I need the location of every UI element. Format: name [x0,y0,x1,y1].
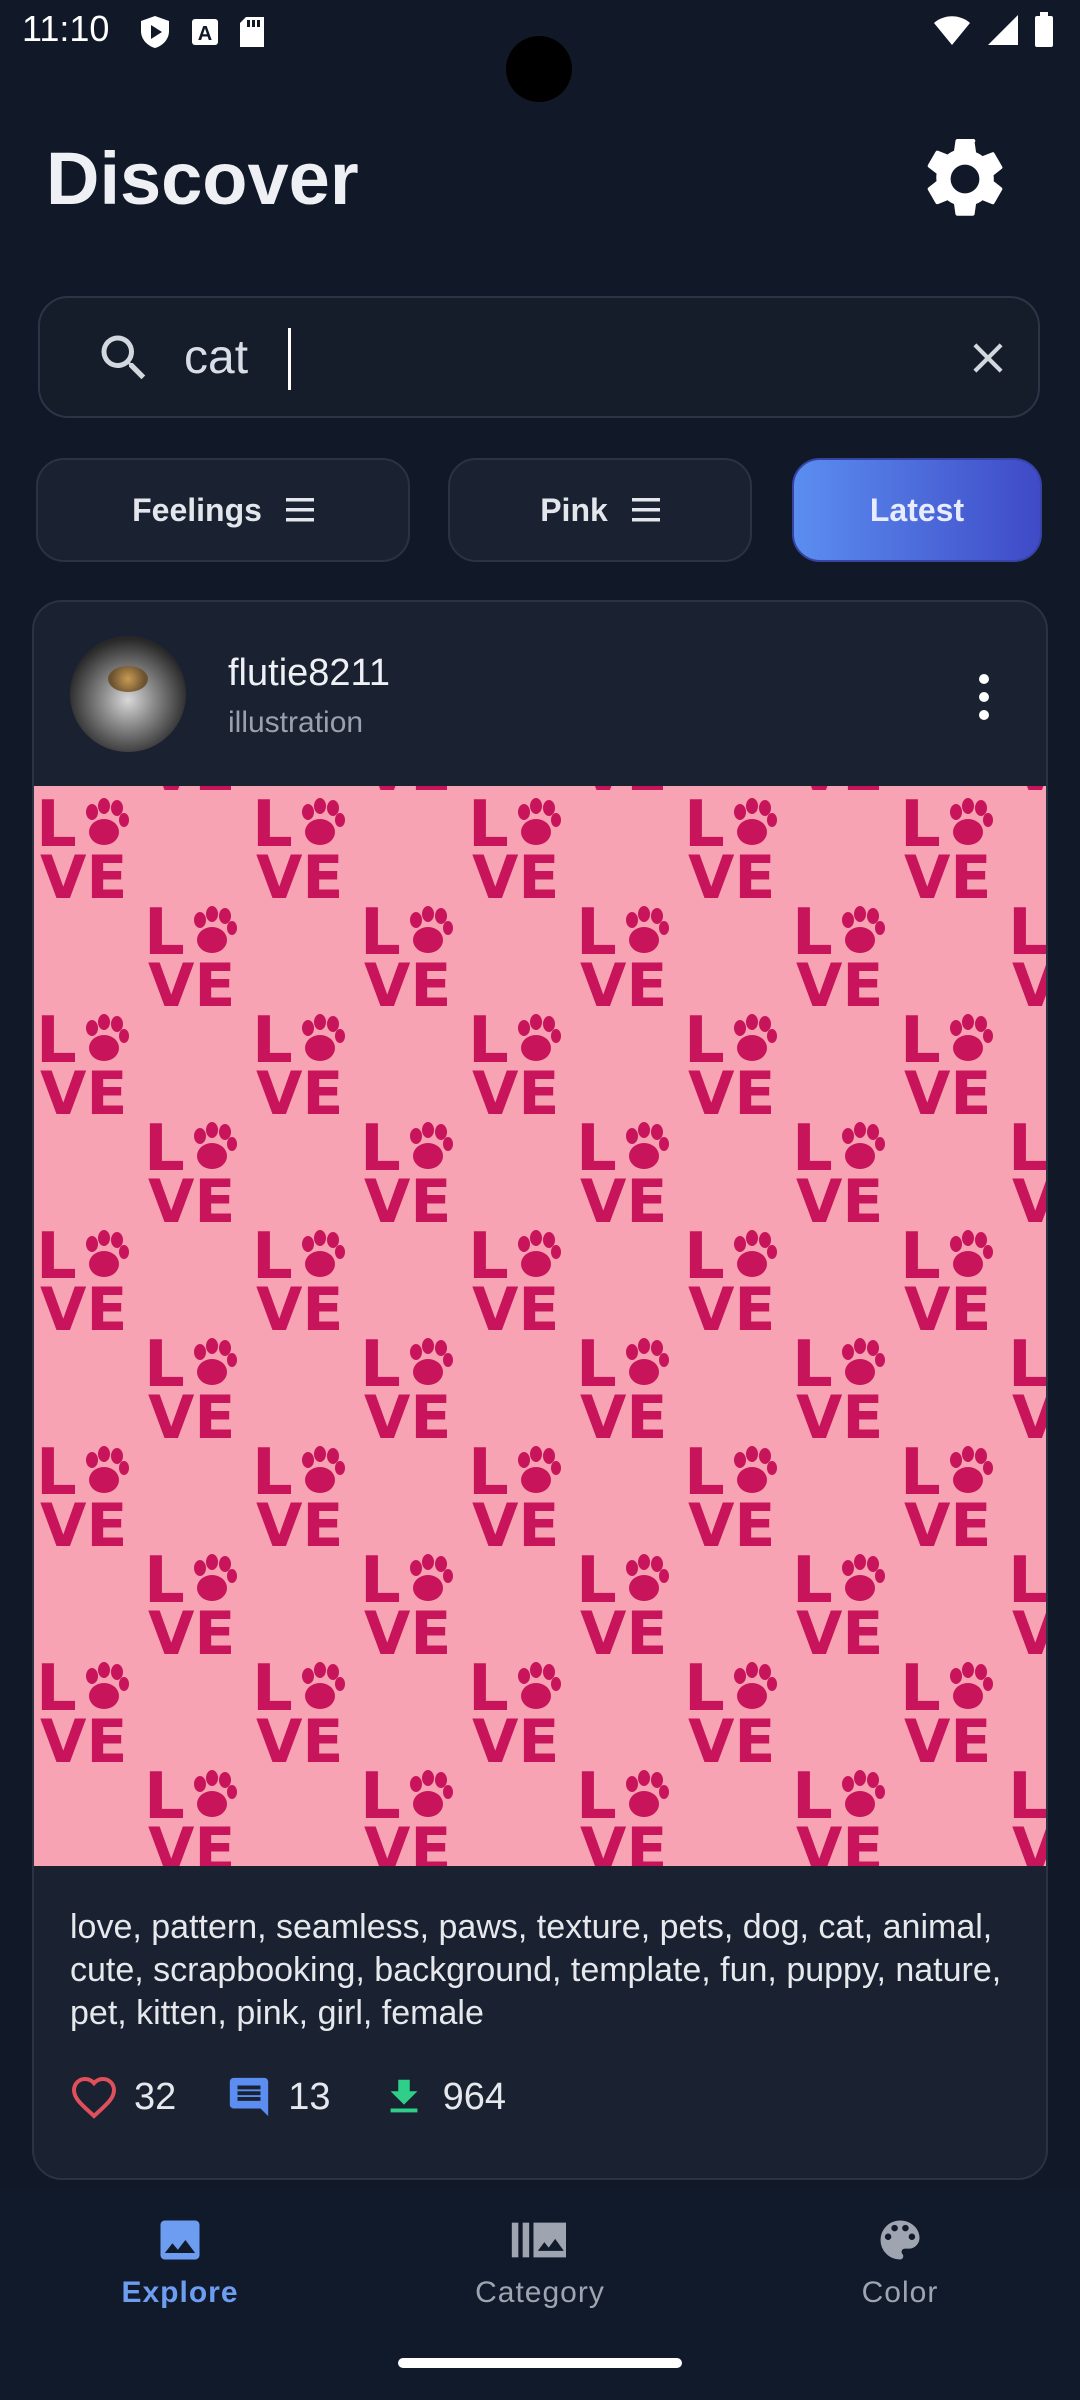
settings-button[interactable] [910,124,1020,234]
post-username[interactable]: flutie8211 [228,652,390,695]
comment-count: 13 [288,2075,331,2118]
filter-label: Feelings [132,491,262,528]
filter-label: Latest [869,491,965,528]
sd-card-icon [240,17,264,47]
filter-feelings-button[interactable]: Feelings [36,458,410,562]
play-protect-icon [141,16,169,48]
heart-icon [71,2076,117,2119]
nav-label: Explore [121,2276,239,2309]
svg-text:A: A [198,23,212,45]
nav-label: Category [475,2276,605,2309]
status-time: 11:10 [22,8,110,49]
wifi-icon [934,16,970,45]
battery-icon [1035,12,1053,47]
post-card[interactable]: flutie8211 illustration L VE [32,600,1048,2180]
nav-item-color[interactable]: Color [780,2214,1020,2310]
search-icon [101,335,146,380]
comment-icon [230,2077,269,2117]
gear-icon [927,138,1003,216]
filter-label: Pink [540,491,608,528]
nav-item-category[interactable]: Category [420,2214,660,2310]
menu-lines-icon [285,498,314,522]
post-image[interactable]: L VE [34,786,1048,1866]
menu-lines-icon [631,498,660,522]
palette-icon [880,2220,920,2260]
clear-search-button[interactable] [956,326,1020,390]
search-input[interactable] [184,322,924,392]
signal-icon [988,15,1018,45]
like-count: 32 [134,2075,177,2118]
close-icon [973,343,1003,373]
like-button[interactable]: 32 [70,2075,176,2119]
comment-button[interactable]: 13 [226,2074,331,2120]
post-category: illustration [228,706,364,739]
text-cursor [288,328,291,390]
download-button[interactable]: 964 [381,2074,506,2120]
more-vert-icon [979,674,989,684]
image-icon [160,2220,200,2260]
more-options-button[interactable] [964,662,1004,732]
bottom-navigation: Explore Category Color [0,2190,1080,2400]
post-tags: love, pattern, seamless, paws, texture, … [70,1908,1002,2032]
filter-latest-button[interactable]: Latest [792,458,1042,562]
post-stats: 32 13 964 [70,2074,556,2120]
download-count: 964 [442,2075,506,2118]
a-badge-icon: A [192,19,218,45]
avatar[interactable] [70,636,186,752]
page-title: Discover [46,137,359,220]
nav-item-explore[interactable]: Explore [60,2214,300,2310]
library-icon [511,2222,566,2258]
status-bar: 11:10 A [0,0,1080,102]
home-indicator[interactable] [398,2358,682,2368]
camera-cutout [506,36,572,102]
download-icon [390,2079,417,2113]
nav-label: Color [861,2276,939,2309]
search-box [38,296,1040,418]
filter-pink-button[interactable]: Pink [448,458,752,562]
